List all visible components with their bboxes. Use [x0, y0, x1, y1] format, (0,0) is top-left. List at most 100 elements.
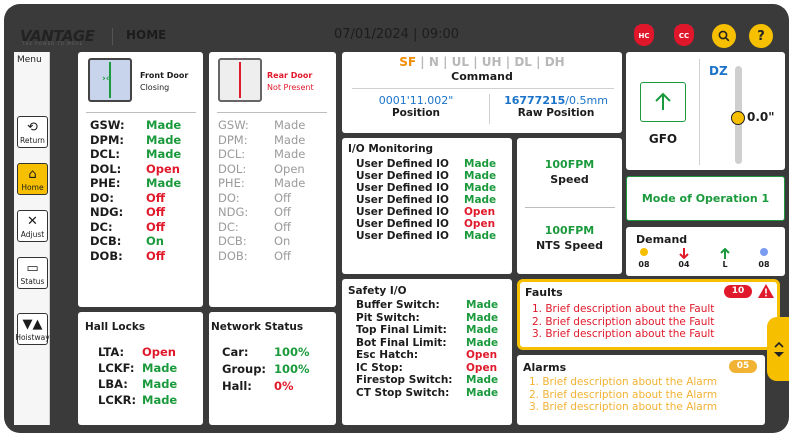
faults-count-badge: 10 [724, 285, 752, 298]
status-value: 100% [274, 362, 310, 376]
mode-separator: | [416, 55, 429, 69]
status-value: Made [146, 176, 182, 190]
panel-toggle-tab[interactable] [767, 317, 789, 381]
speed-panel: 100FPM Speed 100FPM NTS Speed [517, 138, 622, 274]
status-value: Made [466, 311, 499, 324]
demand-floor-label: 08 [638, 260, 650, 269]
list-item[interactable]: 3. Brief description about the Fault [532, 328, 714, 341]
status-row: Bot Final Limit: Made [356, 337, 498, 350]
list-item[interactable]: 3. Brief description about the Alarm [529, 401, 717, 414]
mode-separator: | [531, 55, 545, 69]
gfo-label: GFO [648, 132, 678, 146]
sidebar-item-status[interactable]: ▭ Status [17, 257, 48, 289]
status-row: NDG: Off [218, 205, 305, 220]
status-row: User Defined IO Open [356, 218, 496, 230]
dz-label: DZ [709, 64, 728, 78]
status-key: DPM: [90, 132, 125, 147]
status-row: GSW: Made [90, 118, 181, 133]
front-door-panel: ›‹ Front Door Closing GSW: Made DPM: Made DC… [78, 52, 203, 307]
status-key: DCB: [90, 234, 122, 248]
cc-shield-icon[interactable]: CC [674, 24, 694, 46]
status-key: Pit Switch: [356, 311, 420, 324]
front-door-state: Closing [140, 83, 170, 92]
sidebar-item-label: Return [20, 136, 45, 145]
sidebar-item-home[interactable]: ⌂ Home [17, 163, 48, 195]
speed-label: Speed [550, 173, 589, 186]
demand-item[interactable]: 08 [634, 248, 654, 269]
status-value: Made [274, 176, 306, 190]
status-row: Car: 100% [222, 344, 310, 361]
page-title: HOME [126, 28, 167, 42]
dz-slider-handle[interactable] [731, 111, 745, 125]
sidebar-item-adjust[interactable]: ✕ Adjust [17, 210, 48, 242]
status-value: Made [274, 147, 306, 161]
status-value: Off [146, 190, 166, 205]
search-button[interactable] [712, 24, 736, 48]
position-label: Position [391, 107, 441, 119]
hall-locks-title: Hall Locks [85, 321, 146, 333]
rear-door-title: Rear Door [267, 71, 313, 80]
status-key: DCL: [218, 147, 246, 161]
alarms-panel[interactable]: Alarms 05 1. Brief description about the… [517, 355, 765, 425]
mode-n: N [428, 55, 439, 69]
faults-title: Faults [525, 286, 563, 299]
status-key: User Defined IO [356, 230, 449, 242]
demand-item[interactable]: L [715, 247, 735, 269]
mode-separator: | [469, 55, 482, 69]
status-key: PHE: [90, 176, 121, 190]
status-row: User Defined IO Made [356, 170, 496, 182]
gfo-button[interactable] [640, 82, 686, 122]
list-item[interactable]: 2. Brief description about the Alarm [529, 389, 717, 402]
help-button[interactable]: ? [749, 24, 773, 48]
status-row: DOB: Off [218, 249, 305, 264]
demand-panel: Demand 08 04 L 08 [626, 227, 785, 276]
status-value: Made [146, 132, 182, 147]
status-key: Top Final Limit: [356, 324, 447, 336]
status-value: Made [146, 118, 182, 132]
status-key: Hall: [222, 379, 252, 393]
list-item[interactable]: 1. Brief description about the Fault [532, 303, 714, 316]
position-value: 0001'11.002" [378, 94, 454, 107]
demand-floor-label: 08 [758, 260, 770, 269]
status-value: Made [466, 336, 499, 349]
status-key: Car: [222, 345, 249, 359]
status-value: Made [142, 377, 178, 391]
status-value: Made [466, 324, 499, 336]
status-row: DO: Off [218, 191, 305, 206]
status-key: LTA: [98, 345, 125, 359]
return-icon: ⟲ [27, 120, 38, 135]
position-block: 0001'11.002" Position [342, 94, 490, 119]
status-row: DOL: Open [218, 162, 305, 177]
demand-title: Demand [636, 233, 688, 246]
status-key: Buffer Switch: [356, 299, 440, 311]
sidebar-item-hoistway[interactable]: ▼▲ Hoistway [15, 313, 50, 345]
list-item[interactable]: 1. Brief description about the Alarm [529, 376, 717, 389]
hc-shield-icon[interactable]: HC [634, 24, 654, 46]
rear-door-panel: Rear Door Not Present GSW: Made DPM: Made DC… [209, 52, 336, 307]
status-row: Buffer Switch: Made [356, 299, 498, 312]
status-key: GSW: [218, 118, 249, 132]
status-row: Esc Hatch: Open [356, 349, 498, 362]
status-key: Bot Final Limit: [356, 336, 447, 349]
status-row: User Defined IO Open [356, 206, 496, 218]
mode-dl: DL [514, 55, 532, 69]
raw-position-block: 16777215/0.5mm Raw Position [490, 94, 622, 119]
dz-value: 0.0" [747, 110, 775, 124]
sidebar-item-label: Hoistway [15, 333, 50, 342]
demand-floor-label: L [722, 260, 728, 269]
front-door-icon: ›‹ [88, 58, 132, 102]
io-monitoring-panel: I/O Monitoring User Defined IO Made User D… [342, 138, 512, 274]
warning-icon [758, 284, 774, 298]
mode-of-operation[interactable]: Mode of Operation 1 [626, 176, 785, 221]
demand-floor-label: 04 [678, 260, 690, 269]
status-key: User Defined IO [356, 182, 449, 194]
status-value: Off [274, 205, 291, 219]
gfo-dz-panel: GFO DZ 0.0" [626, 52, 785, 170]
demand-item[interactable]: 04 [674, 248, 694, 269]
mode-ul: UL [451, 55, 470, 69]
list-item[interactable]: 2. Brief description about the Fault [532, 316, 714, 329]
status-row: LCKR: Made [98, 392, 177, 408]
demand-item[interactable]: 08 [754, 248, 774, 269]
sidebar-item-return[interactable]: ⟲ Return [17, 116, 48, 148]
faults-panel[interactable]: Faults 10 1. Brief description about the… [517, 279, 780, 350]
